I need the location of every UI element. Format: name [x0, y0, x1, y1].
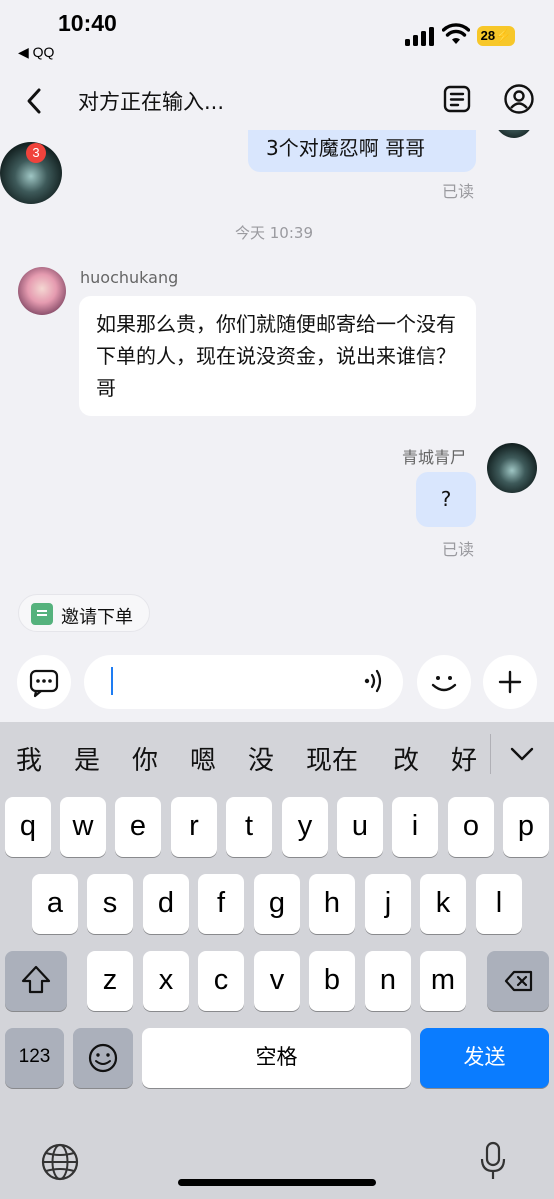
numbers-key[interactable]: 123: [5, 1028, 64, 1088]
my-avatar[interactable]: [487, 443, 537, 493]
key-b[interactable]: b: [309, 951, 355, 1011]
page-title: 对方正在输入...: [78, 90, 225, 114]
key-p[interactable]: p: [503, 797, 549, 857]
add-attachment-button[interactable]: [483, 655, 537, 709]
read-status: 已读: [442, 182, 475, 201]
chevron-down-icon[interactable]: [505, 740, 539, 768]
key-h[interactable]: h: [309, 874, 355, 934]
key-r[interactable]: r: [171, 797, 217, 857]
emoji-button[interactable]: [417, 655, 471, 709]
keyboard: 我 是 你 嗯 没 现在 改 好 q w e r t y u i o p a s…: [0, 722, 554, 1199]
key-e[interactable]: e: [115, 797, 161, 857]
chat-message-list[interactable]: 3个对魔忍啊 哥哥 已读 今天 10:39 huochukang 如果那么贵，你…: [0, 130, 554, 580]
message-timestamp: 今天 10:39: [235, 224, 313, 242]
wifi-icon: [442, 23, 470, 44]
key-u[interactable]: u: [337, 797, 383, 857]
candidate-word[interactable]: 改: [393, 740, 419, 777]
key-k[interactable]: k: [420, 874, 466, 934]
chevron-left-icon[interactable]: [20, 84, 50, 118]
space-key[interactable]: 空格: [142, 1028, 411, 1088]
home-indicator[interactable]: [178, 1179, 376, 1186]
my-avatar-partial[interactable]: [493, 130, 535, 138]
candidate-word[interactable]: 嗯: [190, 740, 216, 777]
chat-bubble-dots-icon: [29, 669, 59, 698]
status-bar: 10:40 ◀ QQ 28⚡: [0, 0, 554, 70]
key-c[interactable]: c: [198, 951, 244, 1011]
document-list-icon[interactable]: [442, 84, 472, 114]
key-x[interactable]: x: [143, 951, 189, 1011]
emoji-key[interactable]: [73, 1028, 133, 1088]
key-m[interactable]: m: [420, 951, 466, 1011]
key-q[interactable]: q: [5, 797, 51, 857]
key-f[interactable]: f: [198, 874, 244, 934]
backspace-icon: [504, 970, 533, 992]
microphone-icon[interactable]: [478, 1140, 508, 1182]
status-time: 10:40: [58, 10, 117, 36]
battery-indicator: 28⚡: [477, 26, 515, 46]
candidate-word[interactable]: 我: [16, 740, 42, 777]
voice-input-icon[interactable]: [362, 667, 386, 695]
back-to-app-link[interactable]: ◀ QQ: [18, 44, 54, 61]
key-z[interactable]: z: [87, 951, 133, 1011]
key-v[interactable]: v: [254, 951, 300, 1011]
my-name: 青城青尸: [402, 448, 467, 467]
key-a[interactable]: a: [32, 874, 78, 934]
candidate-bar: 我 是 你 嗯 没 现在 改 好: [0, 722, 554, 784]
key-t[interactable]: t: [226, 797, 272, 857]
unread-count-badge: 3: [26, 143, 46, 163]
sender-avatar[interactable]: [18, 267, 66, 315]
message-bubble-mine[interactable]: ?: [416, 472, 476, 527]
candidate-divider: [490, 734, 491, 774]
invite-order-label: 邀请下单: [61, 607, 133, 628]
key-w[interactable]: w: [60, 797, 106, 857]
key-i[interactable]: i: [392, 797, 438, 857]
charging-bolt-icon: ⚡: [495, 28, 512, 43]
key-n[interactable]: n: [365, 951, 411, 1011]
smiley-icon: [431, 676, 457, 692]
backspace-key[interactable]: [487, 951, 549, 1011]
chat-header: 对方正在输入...: [0, 72, 554, 130]
plus-icon: [498, 670, 522, 694]
key-j[interactable]: j: [365, 874, 411, 934]
key-g[interactable]: g: [254, 874, 300, 934]
candidate-word[interactable]: 现在: [306, 740, 358, 777]
message-bubble-mine[interactable]: 3个对魔忍啊 哥哥: [248, 130, 476, 172]
message-input-bar: [0, 650, 554, 720]
candidate-word[interactable]: 没: [248, 740, 274, 777]
key-d[interactable]: d: [143, 874, 189, 934]
invite-order-chip[interactable]: 邀请下单: [18, 594, 150, 632]
quick-reply-button[interactable]: [17, 655, 71, 709]
emoji-face-icon: [88, 1043, 118, 1073]
globe-icon[interactable]: [40, 1142, 80, 1182]
shift-arrow-icon: [21, 965, 51, 994]
message-bubble-theirs[interactable]: 如果那么贵，你们就随便邮寄给一个没有下单的人，现在说没资金，说出来谁信？哥: [79, 296, 476, 416]
key-s[interactable]: s: [87, 874, 133, 934]
key-l[interactable]: l: [476, 874, 522, 934]
candidate-word[interactable]: 你: [132, 740, 158, 777]
person-circle-icon[interactable]: [503, 83, 535, 115]
shift-key[interactable]: [5, 951, 67, 1011]
read-status: 已读: [442, 540, 475, 559]
candidate-word[interactable]: 好: [451, 740, 477, 777]
candidate-word[interactable]: 是: [74, 740, 100, 777]
sender-name: huochukang: [80, 268, 179, 287]
order-form-icon: [31, 603, 53, 625]
cellular-signal-icon: [405, 26, 435, 46]
key-o[interactable]: o: [448, 797, 494, 857]
send-key[interactable]: 发送: [420, 1028, 549, 1088]
message-input[interactable]: [84, 655, 403, 709]
key-y[interactable]: y: [282, 797, 328, 857]
text-cursor: [111, 667, 113, 695]
